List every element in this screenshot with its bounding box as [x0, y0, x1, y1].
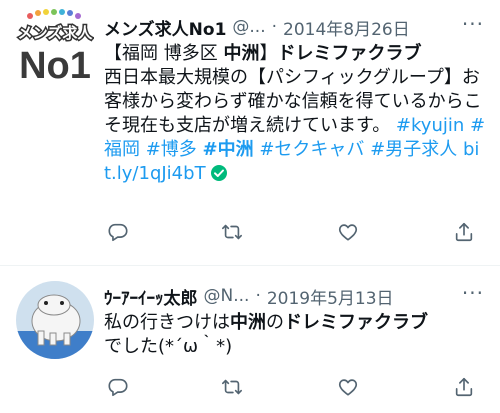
share-icon[interactable]: [450, 218, 478, 246]
svg-text:メンズ求人: メンズ求人: [18, 24, 94, 42]
text-segment-bold: ドレミファクラブ: [284, 312, 428, 333]
text-segment: でした(*´ω｀*): [104, 336, 233, 357]
tweet-body: メンズ求人No1 @... · 2014年8月26日 ··· 【福岡 博多区 中…: [104, 14, 488, 189]
tweet-body: ｳｰｱｰｲｰｯ太郎 @N... · 2019年5月13日 ··· 私の行きつけは…: [104, 283, 488, 359]
share-icon[interactable]: [450, 373, 478, 401]
tweet[interactable]: メンズ求人 No1 メンズ求人No1 @... · 2014年8月26日 ···…: [0, 0, 500, 266]
author-name[interactable]: ｳｰｱｰｲｰｯ太郎: [104, 284, 198, 309]
author-name[interactable]: メンズ求人No1: [104, 15, 226, 40]
retweet-icon[interactable]: [218, 218, 246, 246]
text-segment: の: [266, 312, 284, 333]
tweet-actions: [104, 373, 480, 403]
hashtag-link[interactable]: #中洲: [203, 139, 254, 160]
tweet-text-line: でした(*´ω｀*): [104, 335, 488, 359]
text-segment-bold: 中洲: [223, 43, 260, 64]
text-segment: 【福岡 博多区: [104, 43, 224, 64]
tweet-text-line: 【福岡 博多区 中洲】ドレミファクラブ: [104, 42, 488, 66]
text-segment: 私の行きつけは: [104, 312, 230, 333]
more-icon[interactable]: ···: [462, 283, 484, 303]
like-icon[interactable]: [334, 373, 362, 401]
tweet-text-line: 私の行きつけは中洲のドレミファクラブ: [104, 311, 488, 335]
text-segment-bold: 中洲: [230, 312, 266, 333]
separator-dot: ·: [255, 286, 261, 306]
tweet-header: ｳｰｱｰｲｰｯ太郎 @N... · 2019年5月13日 ···: [104, 283, 488, 309]
separator-dot: ·: [271, 17, 278, 37]
text-segment-bold: ドレミファクラブ: [277, 43, 422, 64]
avatar-logo: メンズ求人 No1: [16, 8, 95, 87]
tweet-date[interactable]: 2014年8月26日: [283, 15, 410, 40]
like-icon[interactable]: [334, 218, 362, 246]
more-icon[interactable]: ···: [462, 14, 484, 34]
author-handle[interactable]: @...: [232, 17, 265, 37]
tweet-text-line: 西日本最大規模の【パシフィックグループ】お客様から変わらず確かな信頼を得ているか…: [104, 66, 488, 189]
verified-check-icon: [210, 164, 228, 189]
avatar[interactable]: メンズ求人 No1: [16, 8, 95, 87]
tweet[interactable]: ｳｰｱｰｲｰｯ太郎 @N... · 2019年5月13日 ··· 私の行きつけは…: [0, 267, 500, 413]
author-handle[interactable]: @N...: [204, 286, 250, 306]
avatar[interactable]: [16, 281, 94, 359]
reply-icon[interactable]: [104, 218, 132, 246]
tweet-header: メンズ求人No1 @... · 2014年8月26日 ···: [104, 14, 488, 40]
tweet-date[interactable]: 2019年5月13日: [267, 284, 394, 309]
tweet-actions: [104, 218, 480, 248]
tweet-text: 【福岡 博多区 中洲】ドレミファクラブ 西日本最大規模の【パシフィックグループ】…: [104, 42, 488, 189]
svg-text:No1: No1: [19, 45, 91, 86]
reply-icon[interactable]: [104, 373, 132, 401]
text-segment: 】: [259, 43, 278, 64]
avatar-image: [16, 281, 94, 359]
tweet-text: 私の行きつけは中洲のドレミファクラブ でした(*´ω｀*): [104, 311, 488, 359]
retweet-icon[interactable]: [218, 373, 246, 401]
